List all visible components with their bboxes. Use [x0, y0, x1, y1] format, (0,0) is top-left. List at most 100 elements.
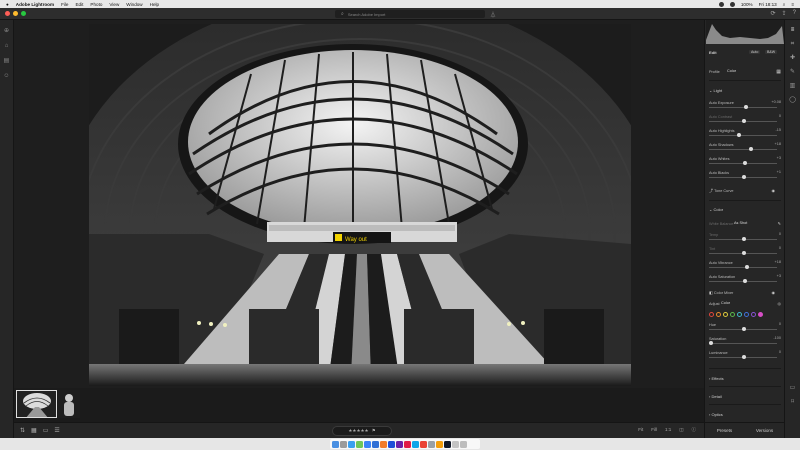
close-window-button[interactable]: [5, 11, 10, 16]
light-slider-track[interactable]: [709, 119, 777, 123]
battery-percent[interactable]: 100%: [741, 2, 753, 7]
light-slider-knob[interactable]: [736, 133, 741, 137]
target-icon[interactable]: ◎: [778, 301, 782, 306]
mixer-slider-knob[interactable]: [742, 355, 746, 359]
color-slider-value[interactable]: 0: [779, 246, 781, 250]
light-slider-value[interactable]: +3: [777, 156, 781, 160]
detail-header[interactable]: › Detail: [709, 394, 781, 399]
grid-icon[interactable]: ▦: [31, 427, 37, 434]
lightroom-classic-icon[interactable]: [372, 440, 379, 448]
flag-icon[interactable]: ⚑: [372, 428, 376, 434]
safari-icon[interactable]: [348, 440, 355, 448]
color-slider-track[interactable]: [709, 265, 777, 269]
apple-icon[interactable]: ●: [6, 2, 9, 7]
crop-icon[interactable]: ⌗: [789, 40, 797, 48]
auto-button[interactable]: Auto: [749, 50, 761, 54]
mixer-slider-value[interactable]: 0: [779, 322, 781, 326]
tag-icon[interactable]: ⌑: [789, 398, 797, 406]
share-icon[interactable]: ⇪: [782, 10, 787, 17]
control-center-icon[interactable]: ≡: [791, 2, 794, 7]
menu-help[interactable]: Help: [150, 2, 159, 7]
adjust-dropdown[interactable]: Color: [721, 301, 730, 305]
color-swatch[interactable]: [744, 312, 749, 317]
light-slider-knob[interactable]: [748, 147, 753, 151]
healing-icon[interactable]: ✚: [789, 54, 797, 62]
mixer-slider-knob[interactable]: [742, 327, 746, 331]
people-icon[interactable]: ☺: [3, 73, 10, 80]
compare-icon[interactable]: ◫: [679, 427, 683, 433]
illustrator-icon[interactable]: [380, 440, 387, 448]
acrobat-icon[interactable]: [404, 440, 411, 448]
optics-header[interactable]: › Optics: [709, 412, 781, 417]
light-slider-knob[interactable]: [742, 175, 746, 179]
photo-canvas[interactable]: Way out: [14, 20, 704, 388]
premiere-icon[interactable]: [396, 440, 403, 448]
profile-dropdown[interactable]: Color: [727, 69, 736, 73]
launchpad-icon[interactable]: [340, 440, 347, 448]
mixer-slider-track[interactable]: [709, 355, 777, 359]
light-slider-track[interactable]: [709, 133, 777, 137]
light-header[interactable]: ⌄ Light: [709, 88, 781, 93]
downloads-icon[interactable]: [452, 440, 459, 448]
light-slider-track[interactable]: [709, 175, 777, 179]
light-slider-knob[interactable]: [742, 161, 747, 165]
mixer-slider-track[interactable]: [709, 327, 777, 331]
photoshop-icon[interactable]: [388, 440, 395, 448]
light-slider-value[interactable]: +18: [775, 142, 781, 146]
color-slider-knob[interactable]: [742, 279, 747, 283]
light-slider-track[interactable]: [709, 161, 777, 165]
color-swatch[interactable]: [751, 312, 756, 317]
mail-icon[interactable]: [364, 440, 371, 448]
presets-button[interactable]: Presets: [717, 428, 732, 433]
color-swatch[interactable]: [758, 312, 763, 317]
color-slider-track[interactable]: [709, 251, 777, 255]
effects-header[interactable]: › Effects: [709, 376, 781, 381]
color-swatch[interactable]: [716, 312, 721, 317]
profile-browser-icon[interactable]: ▦: [776, 69, 781, 75]
chrome-icon[interactable]: [420, 440, 427, 448]
light-slider-value[interactable]: +1: [777, 170, 781, 174]
light-slider-knob[interactable]: [742, 119, 746, 123]
mixer-slider-track[interactable]: [709, 341, 777, 345]
zoom-fit[interactable]: Fit: [638, 427, 643, 433]
light-slider-track[interactable]: [709, 105, 777, 109]
toggle-icon[interactable]: ◉: [772, 188, 776, 193]
color-swatch[interactable]: [723, 312, 728, 317]
menu-edit[interactable]: Edit: [75, 2, 83, 7]
thumbnail-second[interactable]: [58, 390, 80, 418]
rating-pill[interactable]: ★★★★★ ⚑: [332, 426, 392, 436]
linear-gradient-icon[interactable]: ▥: [789, 82, 797, 90]
menu-view[interactable]: View: [109, 2, 119, 7]
sort-icon[interactable]: ⇅: [20, 427, 25, 434]
comment-icon[interactable]: ▭: [789, 384, 797, 392]
star-rating[interactable]: ★★★★★: [348, 428, 368, 434]
mixer-slider-value[interactable]: -100: [773, 336, 781, 340]
home-icon[interactable]: ⌂: [3, 43, 10, 50]
menu-window[interactable]: Window: [126, 2, 142, 7]
menu-file[interactable]: File: [61, 2, 68, 7]
trash-icon[interactable]: [460, 440, 467, 448]
spotlight-icon[interactable]: ⌕: [783, 2, 786, 7]
color-slider-value[interactable]: +3: [777, 274, 781, 278]
eyedropper-icon[interactable]: ✎: [778, 221, 781, 226]
wifi-icon[interactable]: [729, 1, 735, 7]
color-swatch[interactable]: [737, 312, 742, 317]
color-swatch[interactable]: [730, 312, 735, 317]
color-slider-knob[interactable]: [745, 265, 750, 269]
brush-icon[interactable]: ✎: [789, 68, 797, 76]
zoom-1to1[interactable]: 1:1: [665, 427, 671, 433]
light-slider-value[interactable]: +0.08: [771, 100, 781, 104]
zoom-window-button[interactable]: [21, 11, 26, 16]
mixer-slider-knob[interactable]: [709, 341, 713, 345]
light-slider-value[interactable]: 0: [779, 114, 781, 118]
main-photo[interactable]: Way out: [89, 24, 631, 386]
color-slider-value[interactable]: +18: [775, 260, 781, 264]
menu-app-name[interactable]: Adobe Lightroom: [16, 2, 54, 7]
radial-gradient-icon[interactable]: ◯: [789, 96, 797, 104]
toggle-icon[interactable]: ◉: [772, 290, 776, 295]
versions-button[interactable]: Versions: [756, 428, 773, 433]
color-header[interactable]: ⌄ Color: [709, 207, 781, 212]
lightroom-icon[interactable]: [412, 440, 419, 448]
edit-sliders-icon[interactable]: ≡: [789, 26, 797, 34]
filter-icon[interactable]: ⏃: [490, 10, 496, 19]
